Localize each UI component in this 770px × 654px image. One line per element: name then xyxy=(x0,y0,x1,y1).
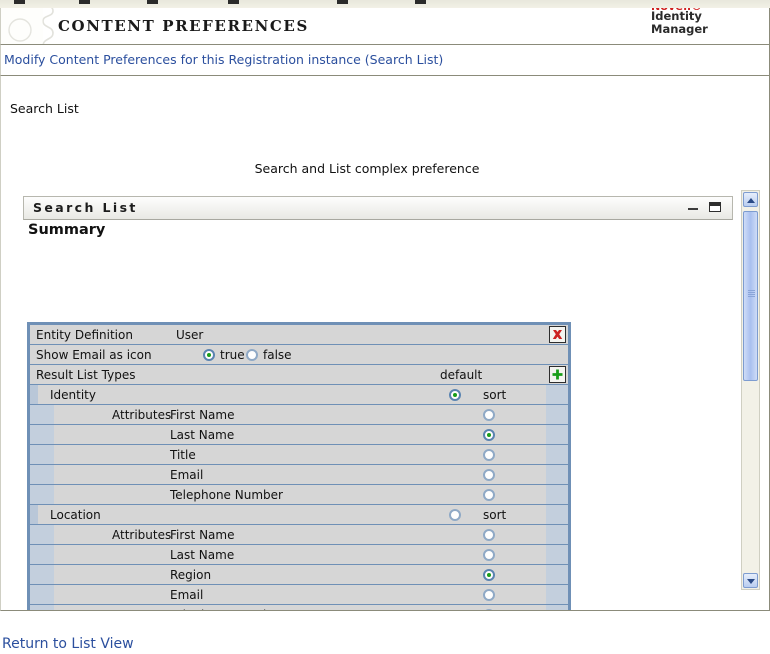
main-content-panel: Search List Search and List complex pref… xyxy=(0,76,770,611)
breadcrumb: Search List xyxy=(10,101,79,116)
attributes-caption: Attributes xyxy=(112,528,172,542)
tab-mark[interactable] xyxy=(337,0,348,4)
attribute-radio[interactable] xyxy=(483,569,495,581)
attribute-name: Telephone Number xyxy=(170,608,283,610)
row-attribute: Telephone Number xyxy=(30,605,568,610)
row-attribute: Last Name xyxy=(30,425,568,445)
row-gutter xyxy=(546,485,568,504)
attribute-radio[interactable] xyxy=(483,549,495,561)
row-gutter xyxy=(546,545,568,564)
page-title: CONTENT PREFERENCES xyxy=(58,17,309,35)
show-email-label: Show Email as icon xyxy=(36,348,152,362)
add-plus-icon[interactable] xyxy=(549,366,566,383)
subtitle-bar: Modify Content Preferences for this Regi… xyxy=(0,45,770,76)
attribute-name: Email xyxy=(170,468,204,482)
result-list-types-label: Result List Types xyxy=(36,368,136,382)
tab-mark[interactable] xyxy=(415,0,426,4)
row-gutter xyxy=(546,505,568,524)
attribute-radio[interactable] xyxy=(483,489,495,501)
attribute-name: Title xyxy=(170,448,196,462)
row-attribute: Last Name xyxy=(30,545,568,565)
summary-heading: Summary xyxy=(28,222,106,238)
attribute-radio[interactable] xyxy=(483,429,495,441)
portlet-header: Search List xyxy=(23,196,733,220)
row-gutter xyxy=(546,405,568,424)
attribute-name: Region xyxy=(170,568,212,582)
row-gutter xyxy=(546,425,568,444)
attribute-name: First Name xyxy=(170,408,235,422)
row-attribute: Email xyxy=(30,585,568,605)
row-section-identity: Identity sort xyxy=(30,385,568,405)
default-label: default xyxy=(440,368,483,382)
show-email-true-label: true xyxy=(220,348,245,362)
row-attribute: Email xyxy=(30,465,568,485)
row-section-location: Location sort xyxy=(30,505,568,525)
attribute-name: First Name xyxy=(170,528,235,542)
novell-identity-manager-logo: Novell® Identity Manager xyxy=(651,8,725,36)
section-sort-radio[interactable] xyxy=(449,389,461,401)
row-attribute: Attributes First Name xyxy=(30,405,568,425)
row-gutter xyxy=(546,525,568,544)
section-name: Identity xyxy=(50,388,96,402)
product-name-line2: Manager xyxy=(651,22,708,36)
tab-mark[interactable] xyxy=(228,0,239,4)
attribute-name: Telephone Number xyxy=(170,488,283,502)
scroll-down-icon[interactable] xyxy=(743,573,758,588)
attribute-radio[interactable] xyxy=(483,589,495,601)
row-value: User xyxy=(176,328,204,342)
row-show-email: Show Email as icon true false xyxy=(30,345,568,365)
preferences-grid: Entity Definition User Show Email as icon t… xyxy=(27,322,571,610)
row-attribute: Attributes First Name xyxy=(30,525,568,545)
entity-definition-label: Entity Definition xyxy=(36,328,133,342)
row-gutter xyxy=(546,465,568,484)
row-attribute: Title xyxy=(30,445,568,465)
row-gutter xyxy=(546,565,568,584)
sort-label: sort xyxy=(483,508,507,522)
attribute-name: Last Name xyxy=(170,548,235,562)
page-header: CONTENT PREFERENCES Novell® Identity Man… xyxy=(0,8,770,45)
row-result-list-types: Result List Types default xyxy=(30,365,568,385)
scrollbar-thumb[interactable] xyxy=(743,211,758,381)
tab-mark[interactable] xyxy=(147,0,158,4)
row-gutter xyxy=(546,585,568,604)
attribute-name: Email xyxy=(170,588,204,602)
scroll-up-icon[interactable] xyxy=(743,192,758,207)
show-email-false-radio[interactable] xyxy=(246,349,258,361)
row-gutter xyxy=(546,605,568,610)
complex-preference-label: Search and List complex preference xyxy=(254,161,480,176)
delete-x-icon[interactable] xyxy=(549,326,566,343)
minimize-icon[interactable] xyxy=(687,201,699,214)
maximize-icon[interactable] xyxy=(708,201,724,214)
modify-preferences-link[interactable]: Modify Content Preferences for this Regi… xyxy=(4,52,443,67)
content-vertical-scrollbar[interactable] xyxy=(741,190,760,590)
return-to-list-view-link[interactable]: Return to List View xyxy=(2,636,134,652)
row-gutter xyxy=(546,385,568,404)
row-attribute: Region xyxy=(30,565,568,585)
row-attribute: Telephone Number xyxy=(30,485,568,505)
tab-mark[interactable] xyxy=(14,0,25,4)
attribute-radio[interactable] xyxy=(483,609,495,610)
show-email-true-radio[interactable] xyxy=(203,349,215,361)
attribute-name: Last Name xyxy=(170,428,235,442)
attributes-caption: Attributes xyxy=(112,408,172,422)
row-gutter xyxy=(546,445,568,464)
attribute-radio[interactable] xyxy=(483,469,495,481)
row-entity-definition: Entity Definition User xyxy=(30,325,568,345)
attribute-radio[interactable] xyxy=(483,529,495,541)
section-name: Location xyxy=(50,508,101,522)
attribute-radio[interactable] xyxy=(483,409,495,421)
tab-mark[interactable] xyxy=(79,0,90,4)
show-email-false-label: false xyxy=(263,348,292,362)
section-sort-radio[interactable] xyxy=(449,509,461,521)
portlet-title: Search List xyxy=(33,200,138,215)
attribute-radio[interactable] xyxy=(483,449,495,461)
sort-label: sort xyxy=(483,388,507,402)
